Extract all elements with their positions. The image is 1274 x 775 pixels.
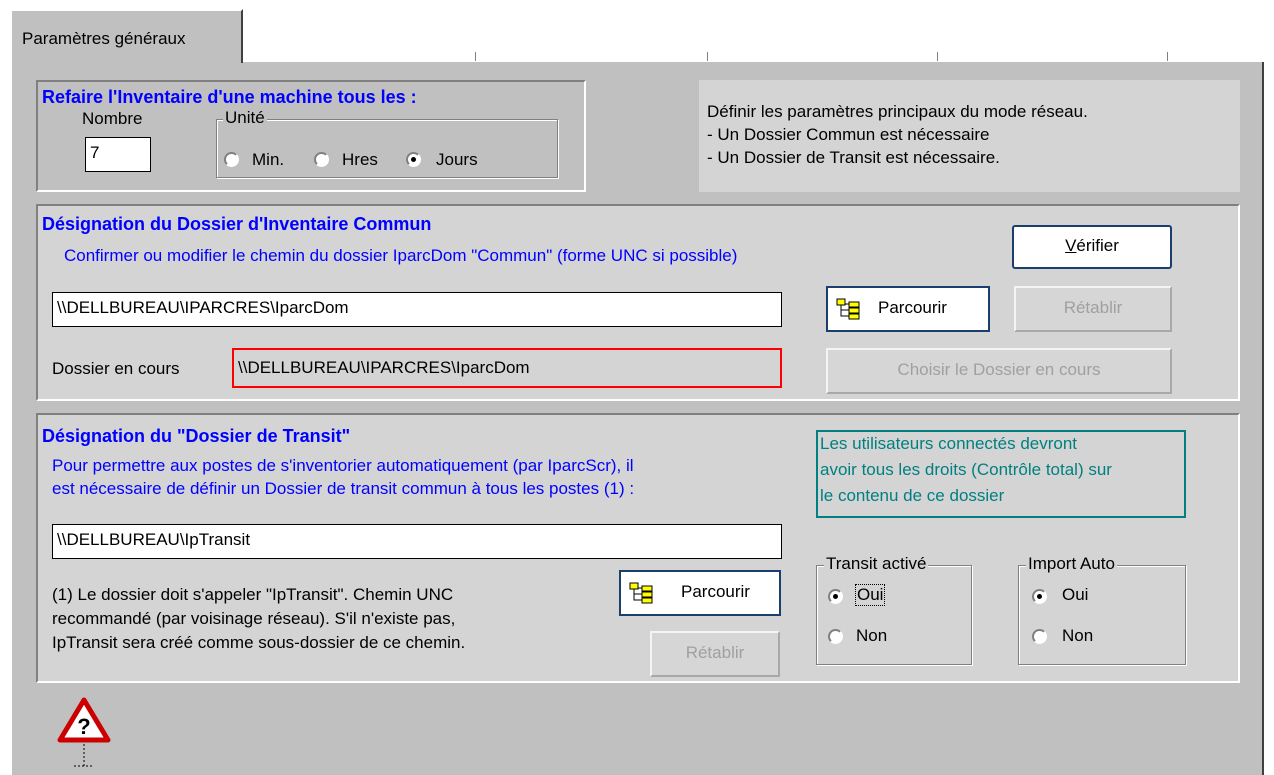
common-folder-path-input[interactable]: \\DELLBUREAU\IPARCRES\IparcDom [52,292,782,327]
import-auto-groupbox [1018,565,1186,665]
transit-active-oui-label: Oui [854,584,886,606]
transit-warning-box: Les utilisateurs connectés devront avoir… [816,430,1186,518]
folder-tree-icon [629,582,653,604]
inventory-interval-title: Refaire l'Inventaire d'une machine tous … [42,87,417,107]
current-folder-label: Dossier en cours [52,359,180,378]
common-folder-description: Confirmer ou modifier le chemin du dossi… [64,246,738,265]
import-auto-oui-radio[interactable] [1032,589,1047,604]
transit-active-non-radio[interactable] [828,629,843,644]
unit-jours-radio[interactable] [406,152,421,167]
common-browse-label: Parcourir [878,298,947,317]
unit-min-radio[interactable] [224,152,239,167]
info-line: Définir les paramètres principaux du mod… [707,102,1088,121]
transit-warning-line: le contenu de ce dossier [820,486,1005,505]
transit-restore-label: Rétablir [685,643,745,662]
transit-restore-button[interactable]: Rétablir [650,631,780,677]
import-auto-non-radio[interactable] [1032,629,1047,644]
unit-min-label: Min. [252,150,285,169]
current-folder-display: \\DELLBUREAU\IPARCRES\IparcDom [232,348,782,388]
transit-folder-panel: Désignation du "Dossier de Transit" Pour… [36,413,1240,683]
transit-note-line: IpTransit sera créé comme sous-dossier d… [52,633,466,652]
import-auto-oui-label: Oui [1062,585,1089,604]
import-auto-non-label: Non [1062,626,1094,645]
verify-button-label: Vérifier [1065,236,1119,255]
common-restore-label: Rétablir [1063,298,1123,317]
choose-current-folder-button[interactable]: Choisir le Dossier en cours [826,348,1172,394]
common-folder-title: Désignation du Dossier d'Inventaire Comm… [42,214,432,234]
number-input[interactable]: 7 [85,137,151,172]
verify-button[interactable]: Vérifier [1012,225,1172,269]
common-folder-panel: Désignation du Dossier d'Inventaire Comm… [36,204,1240,401]
info-box: Définir les paramètres principaux du mod… [699,80,1240,192]
tab-separator [707,52,708,61]
tab-label: Paramètres généraux [22,29,186,48]
import-auto-label: Import Auto [1026,554,1117,574]
transit-browse-label: Parcourir [681,582,750,601]
tab-parametres-generaux[interactable]: Paramètres généraux [10,9,243,63]
transit-active-oui-radio[interactable] [828,589,843,604]
transit-description-line: est nécessaire de définir un Dossier de … [52,479,635,498]
transit-folder-title: Désignation du "Dossier de Transit" [42,426,351,446]
folder-tree-icon [836,298,860,320]
inventory-interval-panel: Refaire l'Inventaire d'une machine tous … [36,80,586,192]
svg-text:?: ? [77,714,90,739]
transit-active-groupbox [816,565,972,665]
unit-hres-label: Hres [342,150,378,169]
warning-question-icon[interactable]: ? [56,696,112,770]
choose-current-folder-label: Choisir le Dossier en cours [897,360,1101,379]
transit-active-label: Transit activé [824,554,929,574]
unit-jours-label: Jours [436,150,478,169]
transit-path-input[interactable]: \\DELLBUREAU\IpTransit [52,524,782,559]
transit-browse-button[interactable]: Parcourir [619,570,781,616]
common-browse-button[interactable]: Parcourir [826,286,990,332]
transit-warning-line: Les utilisateurs connectés devront [820,434,1078,453]
number-label: Nombre [82,109,143,128]
unit-hres-radio[interactable] [314,152,329,167]
transit-note-line: (1) Le dossier doit s'appeler "IpTransit… [52,585,454,604]
unit-group-label: Unité [223,108,267,128]
common-restore-button[interactable]: Rétablir [1014,286,1172,332]
tab-separator [475,52,476,61]
info-line: - Un Dossier Commun est nécessaire [707,125,990,144]
tab-separator [937,52,938,61]
transit-description-line: Pour permettre aux postes de s'inventori… [52,456,634,475]
transit-note-line: recommandé (par voisinage réseau). S'il … [52,609,456,628]
tab-separator [1167,52,1168,61]
transit-active-non-label: Non [856,626,888,645]
info-line: - Un Dossier de Transit est nécessaire. [707,148,1000,167]
transit-warning-line: avoir tous les droits (Contrôle total) s… [820,460,1112,479]
